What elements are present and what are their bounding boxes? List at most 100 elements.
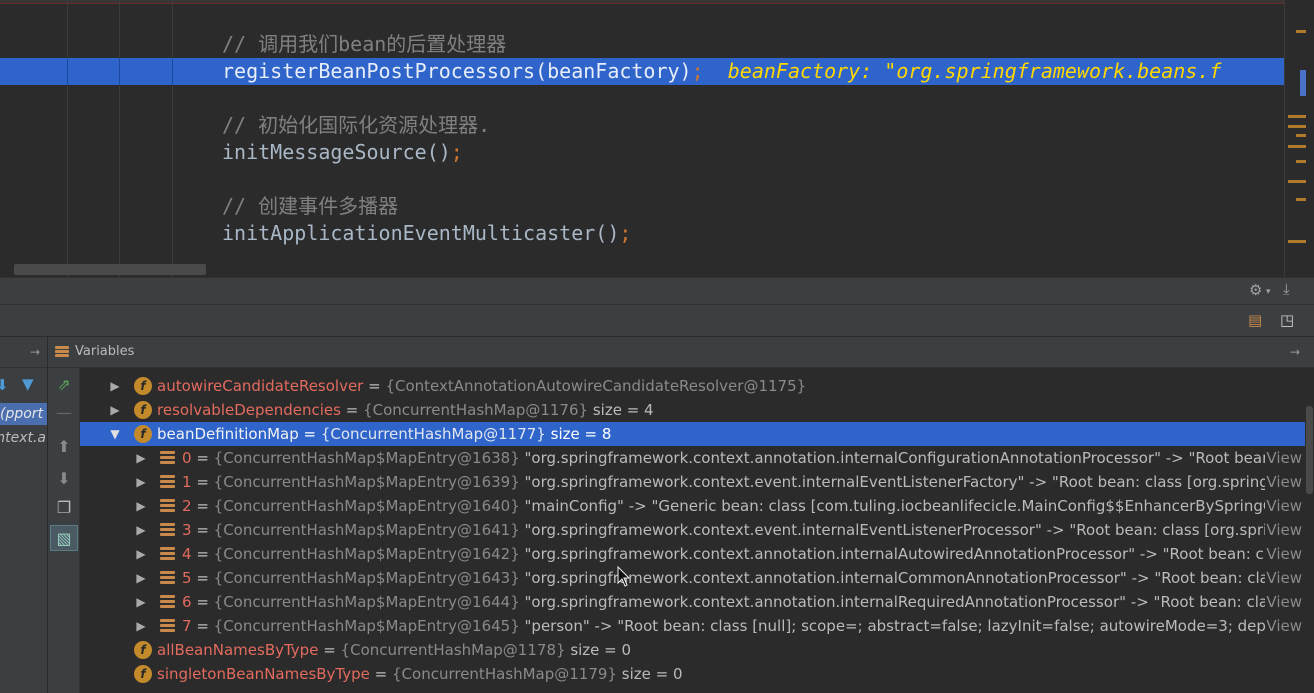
view-link[interactable]: View xyxy=(1265,494,1305,518)
expand-arrow-icon[interactable]: ▶ xyxy=(134,446,148,470)
move-up-icon[interactable]: ⬆ xyxy=(50,434,78,460)
map-entry-row[interactable]: ▶ 4 = {ConcurrentHashMap$MapEntry@1642} … xyxy=(80,542,1305,566)
view-link[interactable]: View xyxy=(1265,614,1305,638)
inline-debug-value: beanFactory: "org.springframework.beans.… xyxy=(727,59,1222,83)
view-link[interactable]: View xyxy=(1265,590,1305,614)
equals-sign: = xyxy=(191,569,214,587)
panel-title: Variables xyxy=(75,344,135,359)
field-icon: f xyxy=(134,641,152,659)
entry-value: "org.springframework.context.event.inter… xyxy=(524,473,1305,491)
expand-arrow-icon[interactable]: ▶ xyxy=(108,374,122,398)
gear-icon[interactable]: ⚙ xyxy=(1249,281,1262,299)
tree-row[interactable]: f singletonBeanNamesByType = {Concurrent… xyxy=(80,662,1305,686)
map-entry-row[interactable]: ▶ 1 = {ConcurrentHashMap$MapEntry@1639} … xyxy=(80,470,1305,494)
variable-name: singletonBeanNamesByType xyxy=(157,665,370,683)
expand-arrow-icon[interactable]: ▶ xyxy=(134,614,148,638)
equals-sign: = xyxy=(191,545,214,563)
editor-error-stripe[interactable] xyxy=(1284,0,1314,277)
error-stripe-mark[interactable] xyxy=(1288,145,1306,148)
pin-icon[interactable]: → xyxy=(30,345,40,359)
tree-row[interactable]: ▶ f autowireCandidateResolver = {Context… xyxy=(80,374,1305,398)
entry-value: "org.springframework.context.annotation.… xyxy=(524,545,1300,563)
variable-entry: resolvableDependencies = {ConcurrentHash… xyxy=(157,398,654,422)
collapse-arrow-icon[interactable]: ▼ xyxy=(108,422,122,446)
execution-point-line[interactable]: registerBeanPostProcessors(beanFactory);… xyxy=(0,58,1290,85)
variable-entry: 6 = {ConcurrentHashMap$MapEntry@1644} "o… xyxy=(182,590,1303,614)
show-watches-icon[interactable]: ▧ xyxy=(50,525,78,551)
tree-row[interactable]: ▶ f resolvableDependencies = {Concurrent… xyxy=(80,398,1305,422)
expand-arrow-icon[interactable]: ▶ xyxy=(134,566,148,590)
frame-item[interactable]: pport) xyxy=(0,403,47,425)
move-down-icon[interactable]: ⬇ xyxy=(50,466,78,492)
gutter-divider xyxy=(67,58,68,85)
arrow-down-icon[interactable]: ⬇ xyxy=(0,376,9,394)
add-watch-icon[interactable]: ⇗ xyxy=(50,372,78,398)
entry-type: {ConcurrentHashMap$MapEntry@1641} xyxy=(213,521,520,539)
view-link[interactable]: View xyxy=(1265,542,1305,566)
map-entry-row[interactable]: ▶ 0 = {ConcurrentHashMap$MapEntry@1638} … xyxy=(80,446,1305,470)
pin-icon[interactable]: → xyxy=(1290,345,1300,359)
error-stripe-mark[interactable] xyxy=(1296,198,1306,201)
equals-sign: = xyxy=(318,641,341,659)
scrollbar-thumb[interactable] xyxy=(1306,406,1313,494)
expand-arrow-icon[interactable]: ▶ xyxy=(134,518,148,542)
map-entry-row[interactable]: ▶ 7 = {ConcurrentHashMap$MapEntry@1645} … xyxy=(80,614,1305,638)
tree-row-selected[interactable]: ▼ f beanDefinitionMap = {ConcurrentHashM… xyxy=(80,422,1305,446)
error-stripe-mark[interactable] xyxy=(1288,180,1306,183)
map-entry-row[interactable]: ▶ 5 = {ConcurrentHashMap$MapEntry@1643} … xyxy=(80,566,1305,590)
variable-type: {ContextAnnotationAutowireCandidateResol… xyxy=(385,377,807,395)
view-link[interactable]: View xyxy=(1265,566,1305,590)
vertical-scrollbar[interactable] xyxy=(1305,368,1314,693)
entry-value: "person" -> "Root bean: class [null]; sc… xyxy=(524,617,1305,635)
entry-index: 3 xyxy=(182,521,192,539)
variable-entry: 1 = {ConcurrentHashMap$MapEntry@1639} "o… xyxy=(182,470,1304,494)
download-icon[interactable]: ⤓ xyxy=(1283,280,1290,298)
tree-row[interactable]: f allBeanNamesByType = {ConcurrentHashMa… xyxy=(80,638,1305,662)
expand-arrow-icon[interactable]: ▶ xyxy=(108,398,122,422)
variable-entry: 2 = {ConcurrentHashMap$MapEntry@1640} "m… xyxy=(182,494,1305,518)
view-link[interactable]: View xyxy=(1265,446,1305,470)
entry-value: "org.springframework.context.annotation.… xyxy=(524,569,1304,587)
filter-icon[interactable]: ▼ xyxy=(22,375,34,393)
variable-name: resolvableDependencies xyxy=(157,401,341,419)
map-entry-icon xyxy=(160,523,175,537)
frame-item[interactable]: ntext.a xyxy=(0,427,47,449)
equals-sign: = xyxy=(191,449,214,467)
remove-watch-icon[interactable]: — xyxy=(50,400,78,426)
map-entry-row[interactable]: ▶ 3 = {ConcurrentHashMap$MapEntry@1641} … xyxy=(80,518,1305,542)
variable-entry: autowireCandidateResolver = {ContextAnno… xyxy=(157,374,806,398)
frames-list: ⬇ ▼ pport) ntext.a xyxy=(0,368,48,693)
view-link[interactable]: View xyxy=(1265,470,1305,494)
code-comment: // 创建事件多播器 xyxy=(222,194,399,218)
chevron-down-icon[interactable]: ▾ xyxy=(1266,283,1271,301)
expand-arrow-icon[interactable]: ▶ xyxy=(134,494,148,518)
equals-sign: = xyxy=(191,497,214,515)
error-stripe-mark[interactable] xyxy=(1288,115,1306,118)
error-stripe-mark[interactable] xyxy=(1288,240,1306,243)
entry-value: "org.springframework.context.annotation.… xyxy=(524,593,1303,611)
expand-arrow-icon[interactable]: ▶ xyxy=(134,542,148,566)
evaluate-icon[interactable]: ◳ xyxy=(1280,311,1294,329)
copy-icon[interactable]: ❐ xyxy=(50,495,78,521)
code-statement: registerBeanPostProcessors(beanFactory);… xyxy=(222,58,1221,84)
expand-arrow-icon[interactable]: ▶ xyxy=(134,590,148,614)
variables-side-toolbar: ⇗ — ⬆ ⬇ ❐ ▧ xyxy=(48,368,80,693)
horizontal-scrollbar[interactable] xyxy=(14,264,206,275)
variable-entry: 4 = {ConcurrentHashMap$MapEntry@1642} "o… xyxy=(182,542,1299,566)
map-entry-row[interactable]: ▶ 6 = {ConcurrentHashMap$MapEntry@1644} … xyxy=(80,590,1305,614)
error-stripe-mark[interactable] xyxy=(1296,134,1306,137)
error-stripe-mark[interactable] xyxy=(1296,30,1306,33)
scroll-position-marker[interactable] xyxy=(1300,70,1306,96)
map-entry-row[interactable]: ▶ 2 = {ConcurrentHashMap$MapEntry@1640} … xyxy=(80,494,1305,518)
restore-layout-icon[interactable]: ▤ xyxy=(1248,311,1262,329)
error-stripe-mark[interactable] xyxy=(1296,160,1306,163)
error-stripe-mark[interactable] xyxy=(1288,125,1306,128)
equals-sign: = xyxy=(191,473,214,491)
expand-arrow-icon[interactable]: ▶ xyxy=(134,470,148,494)
previous-line-cutoff xyxy=(0,0,1290,4)
view-link[interactable]: View xyxy=(1265,518,1305,542)
code-semicolon: ; xyxy=(450,140,463,164)
equals-sign: = xyxy=(340,401,364,419)
code-editor[interactable]: // 调用我们bean的后置处理器 registerBeanPostProces… xyxy=(0,0,1314,277)
code-text: initApplicationEventMulticaster() xyxy=(222,221,620,245)
